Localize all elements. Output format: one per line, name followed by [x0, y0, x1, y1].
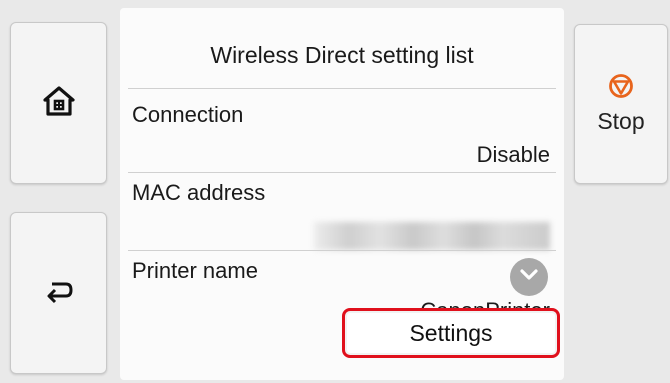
list-item-label: Connection: [132, 102, 244, 127]
mac-address-value-redacted: [314, 222, 550, 250]
stop-icon: [608, 73, 634, 104]
stop-label: Stop: [597, 108, 645, 134]
home-button[interactable]: [10, 22, 107, 184]
chevron-down-icon: [519, 268, 539, 287]
list-title: Wireless Direct setting list: [210, 42, 474, 68]
scroll-down-button[interactable]: [510, 258, 548, 296]
list-item-label: MAC address: [132, 180, 266, 205]
list-item-label: Printer name: [132, 258, 258, 283]
divider: [128, 250, 556, 251]
divider: [128, 88, 556, 89]
divider: [128, 172, 556, 173]
list-item-value: Disable: [476, 142, 550, 167]
home-icon: [42, 84, 76, 123]
settings-button[interactable]: Settings: [342, 308, 560, 358]
stop-button[interactable]: Stop: [574, 24, 668, 184]
back-button[interactable]: [10, 212, 107, 374]
back-arrow-icon: [44, 278, 74, 309]
